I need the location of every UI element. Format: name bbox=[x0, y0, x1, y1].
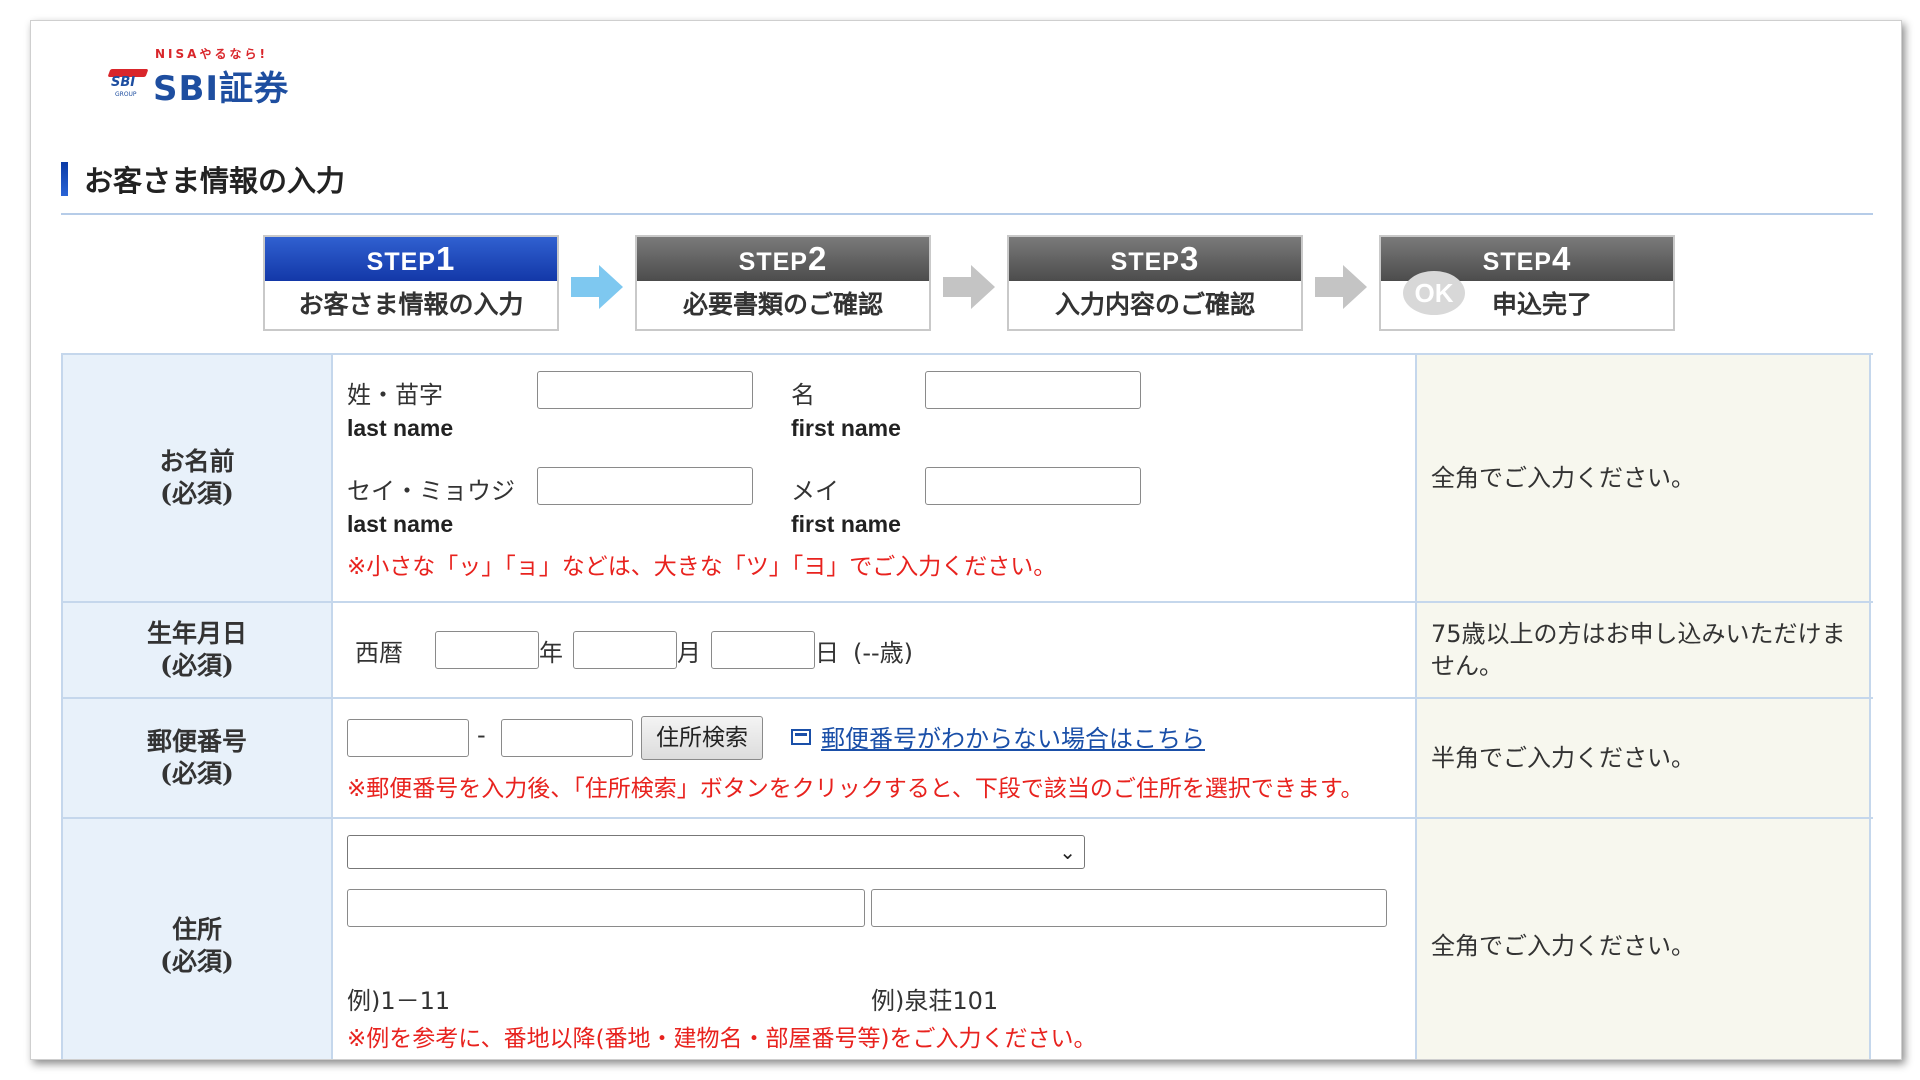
page-title-text: お客さま情報の入力 bbox=[84, 164, 346, 198]
name-note: ※小さな「ッ」「ョ」などは、大きな「ツ」「ヨ」でご入力ください。 bbox=[347, 554, 1057, 580]
divider bbox=[61, 213, 1873, 215]
step-1-label: お客さま情報の入力 bbox=[298, 290, 524, 319]
postal-hint: 半角でご入力ください。 bbox=[1417, 699, 1871, 817]
row-header-address: 住所 (必須) bbox=[61, 819, 333, 1059]
step-1: STEP1 お客さま情報の入力 bbox=[263, 235, 559, 331]
ok-badge-icon: OK bbox=[1403, 271, 1465, 315]
address-note: ※例を参考に、番地以降(番地・建物名・部屋番号等)をご入力ください。 bbox=[347, 1026, 1097, 1052]
step-2-prefix: STEP bbox=[738, 248, 808, 276]
birth-day-input[interactable] bbox=[711, 631, 815, 669]
logo-name: SBI証券 bbox=[153, 69, 290, 109]
step-2-label: 必要書類のご確認 bbox=[682, 290, 883, 319]
row-postal-code: 郵便番号 (必須) - 住所検索 郵便番号がわからない場合はこちら ※郵便番号を… bbox=[61, 699, 1873, 819]
step-indicator: STEP1 お客さま情報の入力 STEP2 必要書類のご確認 STEP3 入力内… bbox=[263, 235, 1703, 335]
postal-header: 郵便番号 bbox=[146, 727, 247, 756]
first-name-kana-input[interactable] bbox=[925, 467, 1141, 505]
name-hint: 全角でご入力ください。 bbox=[1417, 355, 1871, 601]
postal-note: ※郵便番号を入力後、「住所検索」ボタンをクリックすると、下段で該当のご住所を選択… bbox=[347, 776, 1364, 802]
step-3-head: STEP3 bbox=[1009, 237, 1301, 281]
step-3-prefix: STEP bbox=[1110, 248, 1180, 276]
address-required: (必須) bbox=[160, 947, 234, 976]
first-name-kana-label: メイ bbox=[791, 477, 839, 505]
step-1-num: 1 bbox=[435, 240, 456, 277]
postal-fields: - 住所検索 郵便番号がわからない場合はこちら ※郵便番号を入力後、「住所検索」… bbox=[333, 699, 1417, 817]
address-fields: ⌄ 例)1－11 例)泉荘101 ※例を参考に、番地以降(番地・建物名・部屋番号… bbox=[333, 819, 1417, 1059]
row-address: 住所 (必須) ⌄ 例)1－11 例)泉荘101 ※例を参考に、番地以降(番地・… bbox=[61, 819, 1873, 1059]
logo-mark-text: SBI bbox=[111, 75, 136, 90]
step-2-head: STEP2 bbox=[637, 237, 929, 281]
row-header-name: お名前 (必須) bbox=[61, 355, 333, 601]
month-label: 月 bbox=[677, 639, 701, 667]
address-example-1: 例)1－11 bbox=[347, 987, 451, 1015]
step-1-head: STEP1 bbox=[265, 237, 557, 281]
first-name-kanji-label: 名 bbox=[791, 381, 815, 409]
step-4-num: 4 bbox=[1551, 240, 1572, 277]
page-frame: NISAやるなら! SBI GROUP SBI証券 お客さま情報の入力 STEP… bbox=[30, 20, 1902, 1060]
name-header: お名前 bbox=[159, 447, 235, 476]
step-1-prefix: STEP bbox=[366, 248, 436, 276]
first-name-kanji-input[interactable] bbox=[925, 371, 1141, 409]
address-select[interactable]: ⌄ bbox=[347, 835, 1085, 869]
last-name-kana-input[interactable] bbox=[537, 467, 753, 505]
step-2: STEP2 必要書類のご確認 bbox=[635, 235, 931, 331]
address-line2-input[interactable] bbox=[871, 889, 1387, 927]
name-fields: 姓・苗字 名 last name first name セイ・ミョウジ メイ l… bbox=[333, 355, 1417, 601]
postal-required: (必須) bbox=[160, 759, 234, 788]
step-3: STEP3 入力内容のご確認 bbox=[1007, 235, 1303, 331]
address-header: 住所 bbox=[171, 915, 222, 944]
sbi-logo[interactable]: NISAやるなら! SBI GROUP SBI証券 bbox=[107, 45, 319, 109]
birth-header: 生年月日 bbox=[146, 619, 247, 648]
arrow-right-icon bbox=[569, 261, 625, 313]
row-header-postal: 郵便番号 (必須) bbox=[61, 699, 333, 817]
postal-code-first-input[interactable] bbox=[347, 719, 469, 757]
postal-lookup-link[interactable]: 郵便番号がわからない場合はこちら bbox=[821, 719, 1205, 754]
birthdate-fields: 西暦 年 月 日 (--歳) bbox=[333, 603, 1417, 697]
title-bar-icon bbox=[61, 162, 68, 196]
step-3-num: 3 bbox=[1179, 240, 1200, 277]
last-name-en-label: last name bbox=[347, 415, 454, 441]
first-name-en-label-2: first name bbox=[791, 511, 901, 537]
step-4: STEP4 申込完了 OK bbox=[1379, 235, 1675, 331]
name-required: (必須) bbox=[160, 479, 234, 508]
customer-info-form: お名前 (必須) 姓・苗字 名 last name first name セイ・… bbox=[61, 353, 1873, 1059]
arrow-right-icon bbox=[941, 261, 997, 313]
sbi-mark-icon: SBI GROUP bbox=[107, 67, 149, 98]
address-hint: 全角でご入力ください。 bbox=[1417, 819, 1871, 1059]
logo-group-text: GROUP bbox=[115, 91, 137, 98]
row-name: お名前 (必須) 姓・苗字 名 last name first name セイ・… bbox=[61, 355, 1873, 603]
new-window-icon bbox=[791, 729, 811, 745]
chevron-down-icon: ⌄ bbox=[1059, 840, 1076, 864]
step-4-prefix: STEP bbox=[1482, 248, 1552, 276]
day-label: 日 bbox=[815, 639, 839, 667]
arrow-right-icon bbox=[1313, 261, 1369, 313]
last-name-kana-label: セイ・ミョウジ bbox=[347, 477, 515, 505]
last-name-kanji-label: 姓・苗字 bbox=[347, 381, 443, 409]
row-header-birthdate: 生年月日 (必須) bbox=[61, 603, 333, 697]
row-birthdate: 生年月日 (必須) 西暦 年 月 日 (--歳) 75歳以上の方はお申し込みいた… bbox=[61, 603, 1873, 699]
age-display: (--歳) bbox=[853, 639, 914, 667]
postal-dash: - bbox=[477, 721, 486, 749]
birth-required: (必須) bbox=[160, 651, 234, 680]
logo-tagline: NISAやるなら! bbox=[155, 47, 268, 61]
era-label: 西暦 bbox=[355, 639, 403, 667]
last-name-kanji-input[interactable] bbox=[537, 371, 753, 409]
postal-code-second-input[interactable] bbox=[501, 719, 633, 757]
page-title: お客さま情報の入力 bbox=[61, 161, 346, 198]
step-3-label: 入力内容のご確認 bbox=[1054, 290, 1255, 319]
address-example-2: 例)泉荘101 bbox=[871, 987, 999, 1015]
year-label: 年 bbox=[539, 639, 563, 667]
birth-hint: 75歳以上の方はお申し込みいただけません。 bbox=[1417, 603, 1871, 697]
address-line1-input[interactable] bbox=[347, 889, 865, 927]
step-2-num: 2 bbox=[807, 240, 828, 277]
first-name-en-label: first name bbox=[791, 415, 901, 441]
address-search-button[interactable]: 住所検索 bbox=[641, 716, 763, 760]
birth-year-input[interactable] bbox=[435, 631, 539, 669]
birth-month-input[interactable] bbox=[573, 631, 677, 669]
last-name-en-label-2: last name bbox=[347, 511, 454, 537]
